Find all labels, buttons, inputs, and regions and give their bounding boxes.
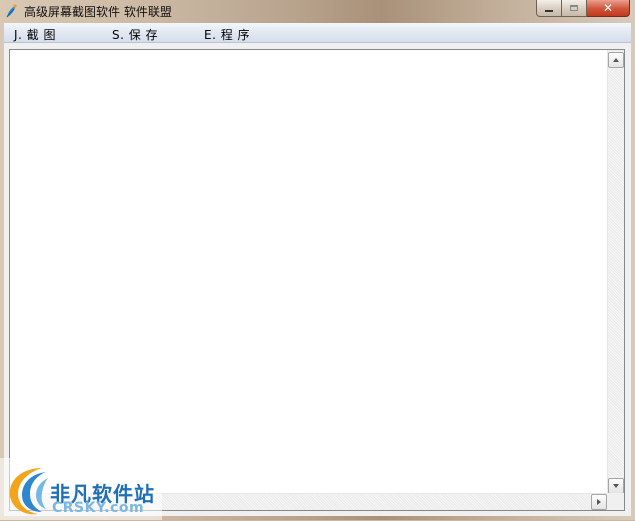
scroll-up-button[interactable]: [608, 52, 624, 68]
watermark-logo-icon: [2, 462, 56, 518]
arrow-up-icon: [613, 58, 619, 62]
scroll-down-button[interactable]: [608, 478, 624, 494]
maximize-icon: [570, 5, 578, 11]
arrow-down-icon: [613, 484, 619, 488]
arrow-right-icon: [597, 499, 601, 505]
menu-bar: J. 截 图 S. 保 存 E. 程 序: [4, 23, 631, 43]
menu-item-capture[interactable]: J. 截 图: [14, 26, 56, 43]
vertical-scrollbar[interactable]: [607, 50, 624, 494]
client-area: [4, 43, 631, 516]
scroll-right-button[interactable]: [591, 494, 607, 510]
window-title: 高级屏幕截图软件 软件联盟: [24, 5, 172, 19]
title-bar[interactable]: 高级屏幕截图软件 软件联盟 ✕: [0, 0, 635, 22]
app-window: 高级屏幕截图软件 软件联盟 ✕ J. 截 图 S. 保 存 E. 程 序 非凡软…: [0, 0, 635, 520]
caption-buttons: ✕: [536, 0, 630, 18]
close-button[interactable]: ✕: [587, 0, 630, 17]
menu-item-program[interactable]: E. 程 序: [204, 26, 250, 43]
maximize-button[interactable]: [562, 0, 587, 17]
minimize-icon: [545, 10, 553, 12]
watermark-text-en: CRSKY.com: [52, 500, 145, 516]
site-watermark: 非凡软件站 CRSKY.com: [0, 458, 162, 520]
menu-item-save[interactable]: S. 保 存: [112, 26, 158, 43]
app-feather-icon: [4, 3, 20, 19]
close-icon: ✕: [602, 1, 614, 15]
main-text-area[interactable]: [9, 49, 625, 511]
minimize-button[interactable]: [536, 0, 562, 17]
resize-grip[interactable]: [607, 493, 624, 510]
